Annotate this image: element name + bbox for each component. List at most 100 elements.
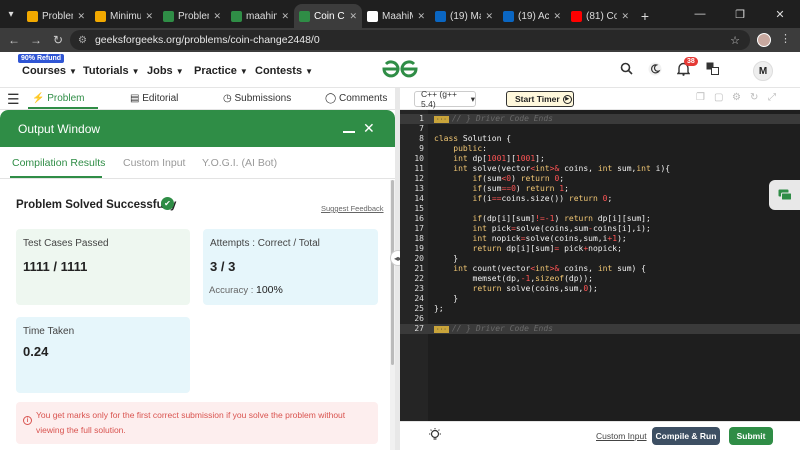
custom-input-link[interactable]: Custom Input (596, 431, 647, 441)
fold-marker-icon[interactable]: ··· (434, 326, 449, 333)
code-line[interactable]: 10 int dp[1001][1001]; (400, 154, 800, 164)
close-tab-icon[interactable]: ✕ (281, 11, 289, 22)
browser-tab[interactable]: Problem ✕ (158, 4, 226, 28)
code-line[interactable]: 19 return dp[i][sum]= pick+nopick; (400, 244, 800, 254)
forward-icon[interactable]: → (25, 29, 47, 51)
minimize-icon[interactable]: — (680, 0, 720, 28)
browser-menu-icon[interactable]: ⋮ (780, 32, 791, 45)
code-line[interactable]: 7 (400, 124, 800, 134)
nav-tutorials[interactable]: Tutorials ▼ (83, 65, 140, 77)
close-tab-icon[interactable]: ✕ (145, 11, 153, 22)
profile-avatar[interactable] (757, 33, 771, 47)
code-text: } (434, 294, 459, 303)
code-line[interactable]: 24 } (400, 294, 800, 304)
new-tab-button[interactable]: + (634, 4, 656, 28)
browser-tab[interactable]: (19) Act ✕ (498, 4, 566, 28)
close-panel-icon[interactable]: ✕ (363, 120, 375, 137)
browser-tab[interactable]: MaahiM ✕ (362, 4, 430, 28)
code-line[interactable]: 12 if(sum<0) return 0; (400, 174, 800, 184)
browser-tab[interactable]: Coin Ch ✕ (294, 4, 362, 28)
nav-practice[interactable]: Practice ▼ (194, 65, 248, 77)
search-icon[interactable] (620, 62, 633, 78)
fullscreen-icon[interactable]: ⤢ (768, 92, 776, 103)
user-avatar[interactable]: M (753, 61, 773, 81)
reload-icon[interactable]: ↻ (47, 29, 69, 51)
output-subtabs: Compilation Results Custom Input Y.O.G.I… (0, 147, 395, 179)
folded-code-region[interactable]: 27 ···// } Driver Code Ends (400, 324, 800, 334)
language-select[interactable]: C++ (g++ 5.4) ▾ (414, 89, 476, 109)
tab-yogi-ai-bot[interactable]: Y.O.G.I. (AI Bot) (202, 157, 277, 169)
code-line[interactable]: 23 return solve(coins,sum,0); (400, 284, 800, 294)
browser-tab[interactable]: maahim ✕ (226, 4, 294, 28)
tab-search-icon[interactable]: ▾ (0, 0, 22, 28)
browser-tab[interactable]: (19) Ma ✕ (430, 4, 498, 28)
chat-icon[interactable] (769, 180, 800, 210)
code-line[interactable]: 18 int nopick=solve(coins,sum,i+1); (400, 234, 800, 244)
code-line[interactable]: 16 if(dp[i][sum]!=-1) return dp[i][sum]; (400, 214, 800, 224)
tab-compilation-results[interactable]: Compilation Results (12, 157, 105, 169)
code-line[interactable]: 17 int pick=solve(coins,sum-coins[i],i); (400, 224, 800, 234)
nav-courses[interactable]: Courses ▼ (22, 65, 77, 77)
code-line[interactable]: 14 if(i==coins.size()) return 0; (400, 194, 800, 204)
start-timer-button[interactable]: Start Timer ▶ (506, 91, 574, 107)
nav-contests[interactable]: Contests ▼ (255, 65, 313, 77)
github-icon (367, 10, 378, 22)
tab-comments[interactable]: ◯ Comments (325, 93, 387, 104)
code-line[interactable]: 9 public: (400, 144, 800, 154)
tab-problem[interactable]: ⚡ Problem (32, 93, 84, 104)
code-line[interactable]: 8 class Solution { (400, 134, 800, 144)
code-line[interactable]: 13 if(sum==0) return 1; (400, 184, 800, 194)
scrollbar-thumb[interactable] (391, 180, 394, 365)
tab-submissions[interactable]: ◷ Submissions (223, 93, 291, 104)
fold-label: // } Driver Code Ends (451, 324, 553, 333)
line-number: 22 (414, 274, 424, 283)
compile-run-button[interactable]: Compile & Run (652, 427, 720, 445)
minimize-panel-icon[interactable] (343, 131, 355, 133)
close-tab-icon[interactable]: ✕ (77, 11, 85, 22)
bookmark-star-icon[interactable]: ☆ (730, 34, 740, 47)
lightbulb-icon[interactable] (428, 428, 442, 445)
suggest-feedback-link[interactable]: Suggest Feedback (321, 204, 384, 213)
browser-tab[interactable]: Problem ✕ (22, 4, 90, 28)
nav-jobs[interactable]: Jobs ▼ (147, 65, 184, 77)
close-tab-icon[interactable]: ✕ (213, 11, 221, 22)
reset-icon[interactable]: ↻ (750, 92, 758, 103)
browser-tab[interactable]: (81) Co ✕ (566, 4, 634, 28)
hamburger-menu-icon[interactable]: ☰ (7, 91, 20, 108)
gfg-logo[interactable] (380, 58, 420, 80)
close-tab-icon[interactable]: ✕ (621, 11, 629, 22)
window-controls: — ❐ ✕ (680, 0, 800, 28)
translate-icon[interactable] (706, 62, 719, 78)
close-tab-icon[interactable]: ✕ (417, 11, 425, 22)
close-window-icon[interactable]: ✕ (760, 0, 800, 28)
dark-mode-icon[interactable] (648, 62, 662, 79)
paste-icon[interactable]: ▢ (714, 92, 723, 103)
line-number: 9 (419, 144, 424, 153)
code-line[interactable]: 21 int count(vector<int>& coins, int sum… (400, 264, 800, 274)
line-number: 26 (414, 314, 424, 323)
code-line[interactable]: 22 memset(dp,-1,sizeof(dp)); (400, 274, 800, 284)
tab-editorial[interactable]: ▤ Editorial (130, 93, 178, 104)
fold-marker-icon[interactable]: ··· (434, 116, 449, 123)
close-tab-icon[interactable]: ✕ (485, 11, 493, 22)
site-info-icon[interactable]: ⚙ (78, 35, 87, 46)
address-bar[interactable]: ⚙ geeksforgeeks.org/problems/coin-change… (70, 30, 750, 50)
code-line[interactable]: 20 } (400, 254, 800, 264)
restore-icon[interactable]: ❐ (720, 0, 760, 28)
code-line[interactable]: 15 (400, 204, 800, 214)
tab-custom-input[interactable]: Custom Input (123, 157, 185, 169)
close-tab-icon[interactable]: ✕ (349, 11, 357, 22)
problem-tabs: ☰ ⚡ Problem ▤ Editorial ◷ Submissions ◯ … (0, 88, 395, 110)
browser-tab[interactable]: Minimu ✕ (90, 4, 158, 28)
code-text: memset(dp,-1,sizeof(dp)); (434, 274, 593, 283)
code-line[interactable]: 25}; (400, 304, 800, 314)
code-line[interactable]: 11 int solve(vector<int>& coins, int sum… (400, 164, 800, 174)
folded-code-region[interactable]: 1 ···// } Driver Code Ends (400, 114, 800, 124)
close-tab-icon[interactable]: ✕ (553, 11, 561, 22)
submit-button[interactable]: Submit (729, 427, 773, 445)
settings-icon[interactable]: ⚙ (732, 92, 741, 103)
back-icon[interactable]: ← (3, 29, 25, 51)
code-line[interactable]: 26 (400, 314, 800, 324)
code-editor[interactable]: 1 ···// } Driver Code Ends 7 8 class Solutio… (400, 110, 800, 421)
copy-icon[interactable]: ❐ (696, 92, 705, 103)
